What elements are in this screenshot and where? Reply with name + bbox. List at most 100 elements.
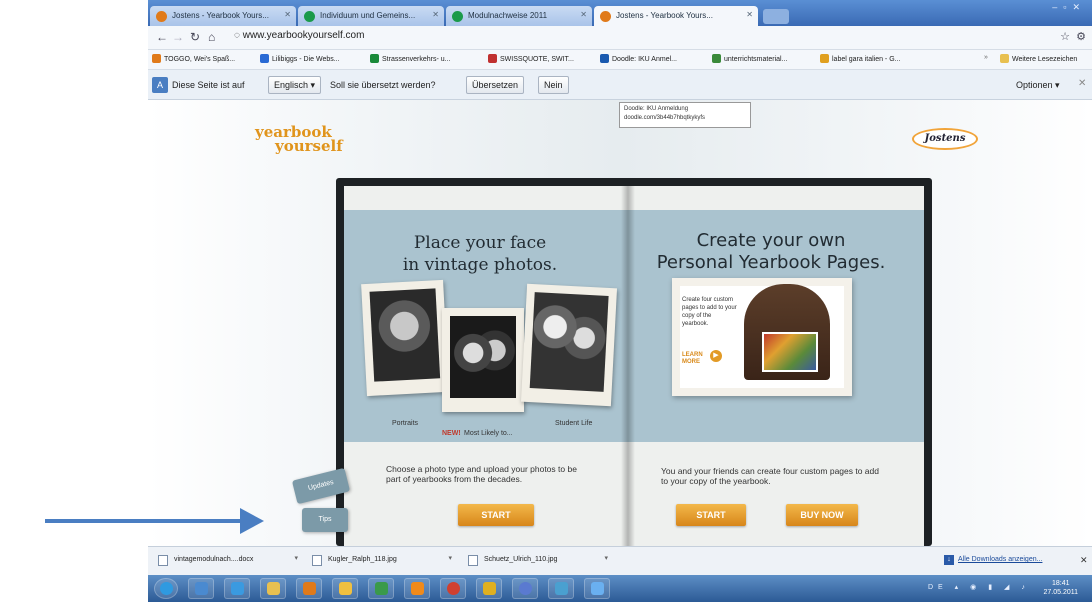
most-likely-photo[interactable] — [442, 308, 524, 412]
folder-icon — [1000, 54, 1009, 63]
yearbook-yourself-logo[interactable]: yearbook yourself — [255, 125, 343, 154]
clock-date: 27.05.2011 — [1043, 589, 1078, 596]
no-translate-button[interactable]: Nein — [538, 76, 569, 94]
bookmark-favicon-icon — [600, 54, 609, 63]
tab-modulnachweise[interactable]: Modulnachweise 2011 ✕ — [446, 6, 592, 26]
most-likely-caption[interactable]: Most Likely to... — [464, 430, 513, 437]
left-description: Choose a photo type and upload your phot… — [386, 464, 577, 484]
jostens-favicon-icon — [156, 11, 167, 22]
tab-label: Jostens - Yearbook Yours... — [616, 11, 713, 20]
tab-jostens-active[interactable]: Jostens - Yearbook Yours... ✕ — [594, 6, 758, 26]
tips-tab[interactable]: Tips — [302, 508, 348, 532]
left-start-button[interactable]: START — [458, 504, 534, 526]
wrench-menu-icon[interactable]: ⚙ — [1076, 30, 1086, 43]
close-tab-icon[interactable]: ✕ — [580, 10, 587, 19]
new-badge: NEW! — [442, 430, 461, 437]
chevron-down-icon[interactable]: ▾ — [294, 554, 298, 562]
bookmark-item[interactable]: unterrichtsmaterial... — [712, 54, 787, 63]
translate-prefix: Diese Seite ist auf — [172, 80, 245, 90]
bookmark-item[interactable]: Lilibiggs - Die Webs... — [260, 54, 340, 63]
bookmark-favicon-icon — [820, 54, 829, 63]
overflow-chevron-icon[interactable]: » — [984, 54, 988, 61]
translate-question: Soll sie übersetzt werden? — [330, 80, 436, 90]
chevron-down-icon[interactable]: ▾ — [604, 554, 608, 562]
chrome-icon — [447, 582, 460, 595]
personal-pages-promo[interactable]: Create four custom pages to add to your … — [672, 278, 852, 396]
star-bookmark-icon[interactable]: ☆ — [1060, 30, 1070, 43]
address-field[interactable]: ◌ www.yearbookyourself.com — [234, 30, 364, 41]
taskbar-app-button[interactable] — [476, 578, 502, 599]
student-life-caption[interactable]: Student Life — [555, 420, 592, 427]
jostens-logo[interactable]: Jostens — [912, 128, 978, 150]
language-select[interactable]: Englisch ▾ — [268, 76, 322, 94]
brand-text: Jostens — [924, 133, 966, 144]
bookmark-label: Lilibiggs - Die Webs... — [272, 56, 340, 63]
taskbar-chrome-button[interactable] — [440, 578, 466, 599]
back-arrow-icon[interactable]: ← — [156, 30, 168, 44]
chevron-down-icon[interactable]: ▾ — [448, 554, 452, 562]
close-tab-icon[interactable]: ✕ — [284, 10, 291, 19]
taskbar-screen-button[interactable] — [548, 578, 574, 599]
taskbar-ie-button[interactable] — [224, 578, 250, 599]
tab-individuum[interactable]: Individuum und Gemeins... ✕ — [298, 6, 444, 26]
ie-icon — [231, 582, 244, 595]
bookmark-item[interactable]: Strassenverkehrs- u... — [370, 54, 450, 63]
forward-arrow-icon[interactable]: → — [172, 30, 184, 44]
taskbar-itunes-button[interactable] — [512, 578, 538, 599]
taskbar-paint-button[interactable] — [332, 578, 358, 599]
download-filename: vintagemodulnach....docx — [174, 556, 254, 563]
clock[interactable]: 18:41 27.05.2011 — [1043, 579, 1078, 597]
photo-collage — [762, 332, 818, 372]
system-tray[interactable]: DE ▴ ◉ ▮ ◢ ♪ — [928, 583, 1030, 591]
portraits-photo[interactable] — [361, 279, 449, 397]
taskbar-window-button[interactable] — [188, 578, 214, 599]
bookmark-item[interactable]: TOGGO, Wei's Spaß... — [152, 54, 235, 63]
language-indicator: DE — [928, 584, 948, 591]
download-item[interactable]: Schuetz_Ulrich_110.jpg ▾ — [464, 553, 608, 569]
student-life-photo[interactable] — [520, 283, 618, 407]
bookmark-item[interactable]: label gara italien - G... — [820, 54, 900, 63]
window-controls[interactable]: –▫✕ — [1052, 2, 1086, 13]
taskbar-star-button[interactable] — [584, 578, 610, 599]
url-text: www.yearbookyourself.com — [242, 30, 365, 41]
close-tab-icon[interactable]: ✕ — [432, 10, 439, 19]
portraits-caption[interactable]: Portraits — [392, 420, 418, 427]
new-tab-button[interactable] — [763, 9, 789, 24]
taskbar-media-button[interactable] — [296, 578, 322, 599]
taskbar-explorer-button[interactable] — [260, 578, 286, 599]
clock-time: 18:41 — [1051, 580, 1070, 587]
other-bookmarks[interactable]: Weitere Lesezeichen — [1000, 54, 1077, 63]
download-item[interactable]: Kugler_Ralph_118.jpg ▾ — [308, 553, 452, 569]
bookmark-item[interactable]: SWISSQUOTE, SWIT... — [488, 54, 574, 63]
vlc-icon — [411, 582, 424, 595]
show-all-downloads-link[interactable]: Alle Downloads anzeigen... — [958, 556, 1042, 563]
download-filename: Schuetz_Ulrich_110.jpg — [484, 556, 558, 563]
right-heading-line-2: Personal Yearbook Pages. — [656, 252, 886, 273]
tab-jostens-1[interactable]: Jostens - Yearbook Yours... ✕ — [150, 6, 296, 26]
download-item[interactable]: vintagemodulnach....docx ▾ — [154, 553, 298, 569]
bookmark-favicon-icon — [712, 54, 721, 63]
paint-icon — [339, 582, 352, 595]
play-icon[interactable]: ▶ — [710, 350, 722, 362]
close-downloads-icon[interactable]: ✕ — [1080, 555, 1088, 566]
reload-icon[interactable]: ↻ — [190, 30, 200, 44]
close-tab-icon[interactable]: ✕ — [746, 10, 753, 19]
bookmark-label: label gara italien - G... — [832, 56, 901, 63]
learn-more-link[interactable]: LEARN MORE — [682, 352, 708, 366]
taskbar-vlc-button[interactable] — [404, 578, 430, 599]
bookmark-item[interactable]: Doodle: IKU Anmel... — [600, 54, 677, 63]
translate-icon: A — [152, 77, 168, 93]
taskbar-excel-button[interactable] — [368, 578, 394, 599]
buy-now-button[interactable]: BUY NOW — [786, 504, 858, 526]
image-file-icon — [312, 555, 322, 566]
right-start-button[interactable]: START — [676, 504, 746, 526]
app-icon — [483, 582, 496, 595]
translate-button[interactable]: Übersetzen — [466, 76, 525, 94]
bookmarks-bar: TOGGO, Wei's Spaß... Lilibiggs - Die Web… — [148, 50, 1092, 70]
home-icon[interactable]: ⌂ — [208, 30, 215, 44]
star-icon — [591, 582, 604, 595]
close-bar-icon[interactable]: ✕ — [1078, 78, 1086, 89]
options-menu[interactable]: Optionen ▾ — [1016, 80, 1060, 91]
start-button[interactable] — [154, 578, 178, 599]
bookmark-label: unterrichtsmaterial... — [724, 56, 788, 63]
